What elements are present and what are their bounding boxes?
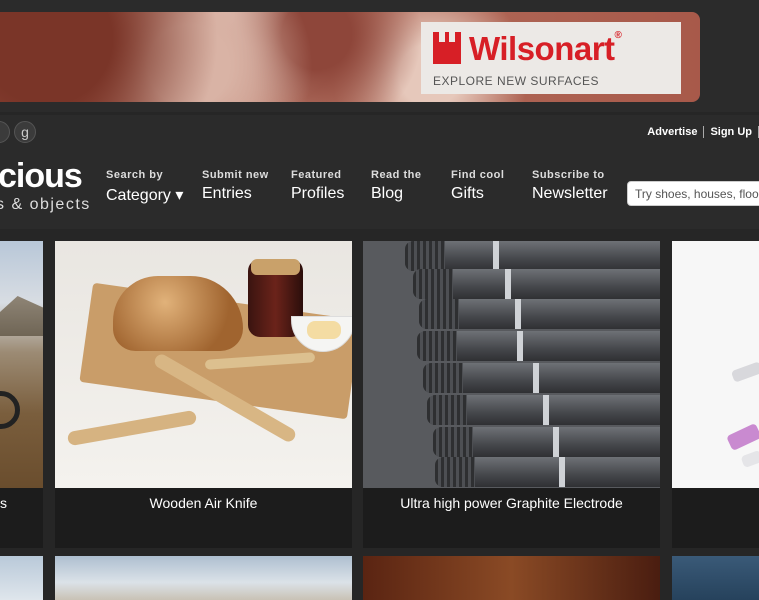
site-logo[interactable]: cious	[0, 157, 83, 196]
nav-newsletter-small: Subscribe to	[532, 169, 605, 181]
nav-gifts[interactable]: Find cool Gifts	[451, 169, 504, 203]
nav-profiles-small: Featured	[291, 169, 342, 181]
nav-gifts-small: Find cool	[451, 169, 505, 181]
nav-newsletter[interactable]: Subscribe to Newsletter	[532, 169, 608, 203]
advertisement-banner[interactable]: Wilsonart® EXPLORE NEW SURFACES	[0, 12, 700, 102]
sign-up-link[interactable]: Sign Up	[704, 126, 759, 138]
nav-newsletter-big: Newsletter	[532, 185, 608, 202]
product-card-graphite-electrode[interactable]: Ultra high power Graphite Electrode	[363, 241, 660, 548]
nav-category-small: Search by	[106, 169, 164, 181]
advertise-link[interactable]: Advertise	[641, 126, 705, 138]
ad-brand-name: Wilsonart®	[469, 30, 622, 67]
site-header: cious s & objects Search by Category ▾ S…	[0, 149, 759, 229]
nav-blog-big: Blog	[371, 185, 404, 202]
product-card-row2-3[interactable]	[363, 556, 660, 600]
bread-graphic	[113, 276, 243, 351]
partial-social-icon[interactable]	[0, 121, 10, 143]
nav-blog-small: Read the	[371, 169, 422, 181]
site-tagline: s & objects	[0, 196, 91, 213]
product-image[interactable]	[363, 241, 660, 488]
wilsonart-logo-icon	[433, 32, 461, 64]
top-bar: g Advertise Sign Up	[0, 115, 759, 149]
product-card-row2-4[interactable]	[672, 556, 759, 600]
nav-entries-small: Submit new	[202, 169, 269, 181]
product-title[interactable]: Ultra high power Graphite Electrode	[363, 495, 660, 511]
ad-tagline: EXPLORE NEW SURFACES	[433, 74, 600, 88]
nav-entries[interactable]: Submit new Entries	[202, 169, 269, 203]
product-title[interactable]: Wooden Air Knife	[55, 495, 352, 511]
search-input[interactable]: Try shoes, houses, floors	[627, 181, 759, 206]
nav-entries-big: Entries	[202, 185, 252, 202]
product-card-row2-2[interactable]	[55, 556, 352, 600]
nav-category[interactable]: Search by Category ▾	[106, 169, 183, 205]
nav-profiles-big: Profiles	[291, 185, 345, 202]
product-card-partial-right[interactable]	[672, 241, 759, 548]
account-links: Advertise Sign Up	[641, 126, 759, 138]
product-image[interactable]	[55, 241, 352, 488]
product-image[interactable]	[0, 241, 43, 488]
product-image[interactable]	[672, 241, 759, 488]
product-title[interactable]: s	[0, 495, 43, 511]
nav-blog[interactable]: Read the Blog	[371, 169, 421, 203]
product-card-row2-1[interactable]	[0, 556, 43, 600]
nav-gifts-big: Gifts	[451, 185, 484, 202]
ad-panel[interactable]: Wilsonart® EXPLORE NEW SURFACES	[421, 22, 681, 94]
nav-category-big: Category ▾	[106, 187, 184, 204]
product-card-partial-left[interactable]: s	[0, 241, 43, 548]
product-card-wooden-air-knife[interactable]: Wooden Air Knife	[55, 241, 352, 548]
google-plus-icon[interactable]: g	[14, 121, 36, 143]
nav-profiles[interactable]: Featured Profiles	[291, 169, 344, 203]
